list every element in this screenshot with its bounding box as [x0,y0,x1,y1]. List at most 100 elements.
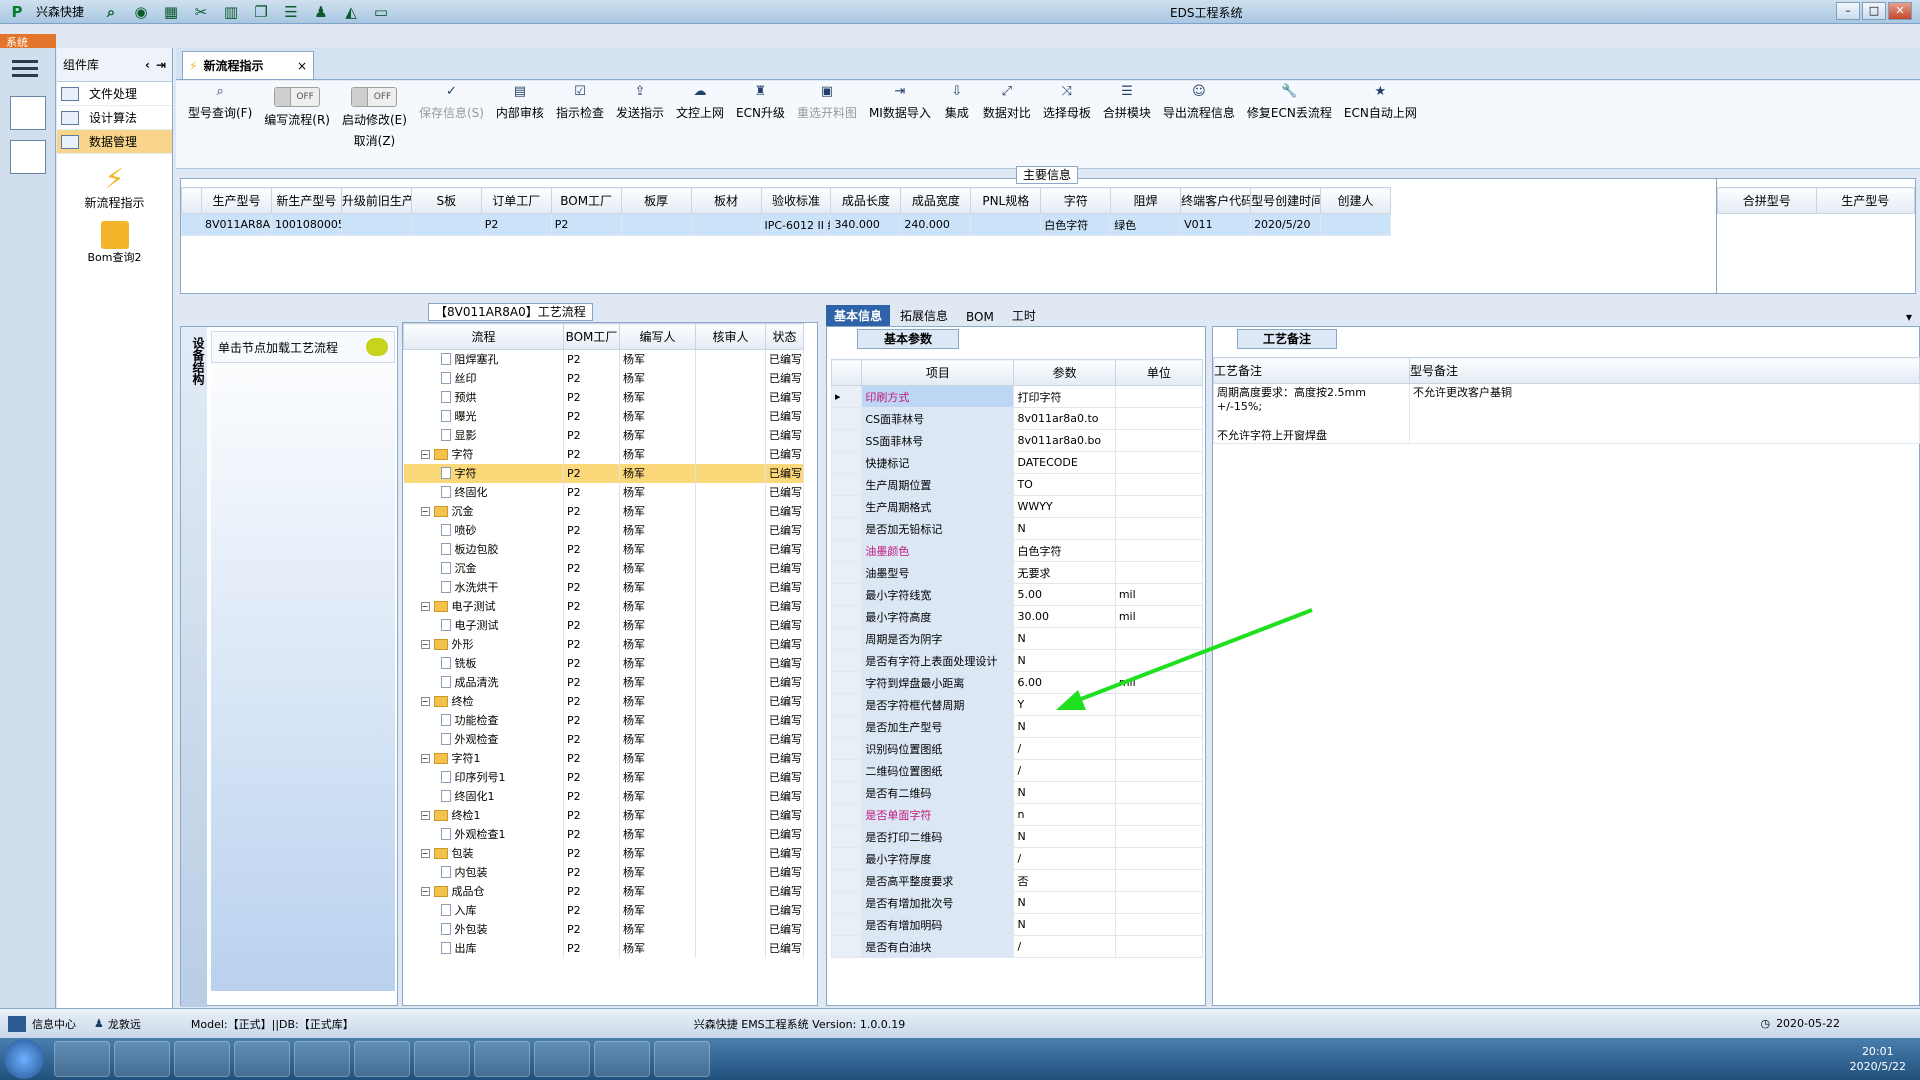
param-value-cell[interactable]: 白色字符 [1013,539,1116,562]
tree-node[interactable]: − 终检1 [407,807,561,823]
info-center[interactable]: 信息中心 [32,1016,76,1032]
tree-node[interactable]: 外观检查1 [407,826,561,842]
tree-node[interactable]: 喷砂 [407,522,561,538]
search-icon[interactable]: ⌕ [100,2,122,22]
param-value-cell[interactable]: N [1013,627,1116,650]
param-value-cell[interactable]: / [1013,737,1116,760]
device-structure-tab[interactable]: 设备结构 [181,327,207,1007]
tree-node[interactable]: 入库 [407,902,561,918]
collapse-icon[interactable]: − [420,810,430,820]
tree-node[interactable]: 终固化 [407,484,561,500]
tree-row[interactable]: 字符 P2 杨军 已编写 [403,463,804,483]
param-row[interactable]: 生产周期位置 TO [830,473,1204,496]
tree-row[interactable]: − 电子测试 P2 杨军 已编写 [403,596,804,616]
start-button[interactable] [4,1039,44,1079]
tree-row[interactable]: − 字符 P2 杨军 已编写 [403,444,804,464]
pin-icon[interactable]: ⇥ [156,58,166,72]
close-window-button[interactable]: ✕ [1888,2,1912,20]
tree-row[interactable]: 内包装 P2 杨军 已编写 [403,862,804,882]
toolbar-button-17[interactable]: ★ ECN自动上网 [1338,81,1423,168]
taskbar-app-5[interactable] [294,1041,350,1077]
param-row[interactable]: 最小字符线宽 5.00 mil [830,583,1204,606]
param-row[interactable]: 最小字符厚度 / [830,847,1204,870]
detail-tab[interactable]: 基本信息 [826,305,891,326]
collapse-icon[interactable]: − [420,696,430,706]
tree-row[interactable]: 沉金 P2 杨军 已编写 [403,558,804,578]
main-info-header[interactable]: 验收标准 [760,187,832,214]
collapse-icon[interactable]: − [420,753,430,763]
tree-row[interactable]: − 外形 P2 杨军 已编写 [403,634,804,654]
tree-node[interactable]: − 字符 [407,446,561,462]
tree-node[interactable]: 显影 [407,427,561,443]
tree-row[interactable]: 显影 P2 杨军 已编写 [403,425,804,445]
tree-node[interactable]: 内包装 [407,864,561,880]
taskbar-app-10[interactable] [594,1041,650,1077]
param-value-cell[interactable]: 5.00 [1013,583,1116,606]
grid-icon[interactable]: ▦ [160,2,182,22]
param-row[interactable]: SS面菲林号 8v011ar8a0.bo [830,429,1204,452]
toolbar-button-16[interactable]: 🔧 修复ECN丢流程 [1241,81,1338,168]
tree-row[interactable]: − 字符1 P2 杨军 已编写 [403,748,804,768]
param-value-cell[interactable]: N [1013,781,1116,804]
toggle-switch[interactable]: OFF [274,87,321,107]
param-row[interactable]: 是否有字符上表面处理设计 N [830,649,1204,672]
toggle-switch[interactable]: OFF [351,87,398,107]
toolbar-button-0[interactable]: ⌕ 型号查询(F) [182,81,258,168]
tree-node[interactable]: 预烘 [407,389,561,405]
toolbar-button-10[interactable]: ⇥ MI数据导入 [863,81,937,168]
param-value-cell[interactable]: 8v011ar8a0.to [1013,407,1116,430]
tree-node[interactable]: − 成品仓 [407,883,561,899]
param-value-cell[interactable]: N [1013,891,1116,914]
machine-app-icon[interactable] [10,140,46,174]
tree-node[interactable]: 丝印 [407,370,561,386]
param-row[interactable]: 是否字符框代替周期 Y [830,693,1204,716]
param-row[interactable]: 是否有二维码 N [830,781,1204,804]
tree-row[interactable]: 水洗烘干 P2 杨军 已编写 [403,577,804,597]
main-info-header[interactable]: 生产型号 [201,187,272,214]
taskbar-app-7[interactable] [414,1041,470,1077]
main-info-header[interactable]: 成品宽度 [900,187,972,214]
yx-app-icon[interactable] [10,96,46,130]
detail-tab[interactable]: 工时 [1004,305,1044,326]
taskbar-app-4[interactable] [234,1041,290,1077]
toolbar-button-3[interactable]: ✓ 保存信息(S) [413,81,490,168]
param-row[interactable]: 是否有白油块 / [830,935,1204,958]
param-value-cell[interactable]: / [1013,759,1116,782]
layers-icon[interactable]: ❐ [250,2,272,22]
minimize-button[interactable]: – [1836,2,1860,20]
param-value-cell[interactable]: n [1013,803,1116,826]
toolbar-button-9[interactable]: ▣ 重选开料图 [791,81,863,168]
main-info-header[interactable]: 升级前旧生产型号 [340,187,412,214]
tree-row[interactable]: 终固化1 P2 杨军 已编写 [403,786,804,806]
main-info-header[interactable]: 终端客户代码 [1180,187,1252,214]
merge-info-header[interactable]: 合拼型号 [1717,187,1817,214]
param-row[interactable]: CS面菲林号 8v011ar8a0.to [830,407,1204,430]
maximize-button[interactable]: □ [1862,2,1886,20]
param-row[interactable]: 是否有增加明码 N [830,913,1204,936]
tree-node[interactable]: − 字符1 [407,750,561,766]
toolbar-button-6[interactable]: ⇪ 发送指示 [610,81,670,168]
tree-row[interactable]: − 成品仓 P2 杨军 已编写 [403,881,804,901]
collapse-icon[interactable]: − [420,886,430,896]
param-value-cell[interactable]: N [1013,649,1116,672]
tree-node[interactable]: 铣板 [407,655,561,671]
table-row[interactable]: 8V011AR8A010010800051548 P2P2 IPC-6012 II … [181,213,1391,236]
new-process-shortcut[interactable]: ⚡ 新流程指示 [57,164,172,211]
collapse-icon[interactable]: − [420,639,430,649]
hamburger-menu-icon[interactable] [12,56,38,80]
collapse-icon[interactable]: − [420,848,430,858]
tree-node[interactable]: − 外形 [407,636,561,652]
tree-row[interactable]: 终固化 P2 杨军 已编写 [403,482,804,502]
toolbar-button-15[interactable]: ☺ 导出流程信息 [1157,81,1241,168]
main-info-header[interactable]: 阻焊 [1110,187,1182,214]
main-info-header[interactable]: 创建人 [1320,187,1391,214]
tree-node[interactable]: 字符 [407,465,561,481]
param-value-cell[interactable]: 30.00 [1013,605,1116,628]
tree-row[interactable]: 板边包胶 P2 杨军 已编写 [403,539,804,559]
param-value-cell[interactable]: 6.00 [1013,671,1116,694]
process-column-header[interactable]: 状态 [765,323,804,350]
detail-tab[interactable]: 拓展信息 [892,305,956,326]
tree-row[interactable]: − 终检1 P2 杨军 已编写 [403,805,804,825]
param-value-cell[interactable]: WWYY [1013,495,1116,518]
tree-row[interactable]: 外观检查1 P2 杨军 已编写 [403,824,804,844]
